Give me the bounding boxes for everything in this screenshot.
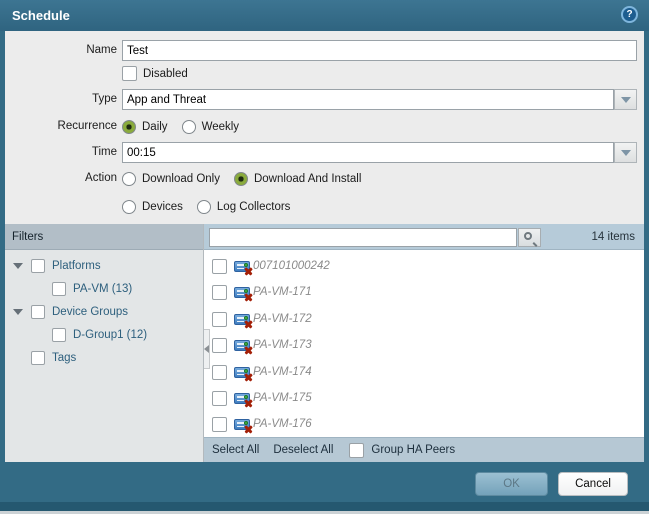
recurrence-label: Recurrence xyxy=(57,120,117,132)
device-name: PA-VM-173 xyxy=(253,339,312,351)
time-dropdown-button[interactable] xyxy=(614,142,637,163)
device-name: 007101000242 xyxy=(253,260,330,272)
firewall-disconnected-icon xyxy=(234,392,250,404)
time-input[interactable] xyxy=(122,142,614,163)
target-devices-label: Devices xyxy=(142,200,183,213)
time-combobox xyxy=(122,142,637,163)
tree-item-platforms[interactable]: Platforms xyxy=(13,255,101,277)
firewall-disconnected-icon xyxy=(234,286,250,298)
tags-checkbox[interactable] xyxy=(31,351,45,365)
cancel-button[interactable]: Cancel xyxy=(558,472,628,496)
device-name: PA-VM-174 xyxy=(253,366,312,378)
firewall-disconnected-icon xyxy=(234,418,250,430)
schedule-dialog: Schedule ? Name Disabled Type Recurrence… xyxy=(0,0,649,514)
name-label: Name xyxy=(86,44,117,56)
deselect-all-button[interactable]: Deselect All xyxy=(273,444,333,456)
recurrence-radio-group: Daily Weekly xyxy=(122,116,239,137)
device-list: 007101000242 PA-VM-171 PA-VM-172 PA-VM-1… xyxy=(204,251,644,436)
recurrence-weekly-radio[interactable] xyxy=(181,119,196,134)
dialog-title: Schedule xyxy=(12,8,70,23)
device-row[interactable]: PA-VM-171 xyxy=(204,279,644,305)
expander-icon[interactable] xyxy=(13,263,23,269)
recurrence-daily-radio[interactable] xyxy=(122,119,136,134)
filters-panel: Filters Platforms PA-VM (13) Device Grou… xyxy=(5,224,203,462)
device-row[interactable]: PA-VM-175 xyxy=(204,385,644,411)
chevron-down-icon xyxy=(620,149,631,156)
help-icon[interactable]: ? xyxy=(621,6,638,23)
platforms-checkbox[interactable] xyxy=(31,259,45,273)
firewall-disconnected-icon xyxy=(234,313,250,325)
search-icon xyxy=(524,232,532,240)
firewall-disconnected-icon xyxy=(234,366,250,378)
type-dropdown-button[interactable] xyxy=(614,89,637,110)
tree-item-pa-vm[interactable]: PA-VM (13) xyxy=(52,278,132,300)
action-download-install-label: Download And Install xyxy=(253,172,362,185)
d-group1-checkbox[interactable] xyxy=(52,328,66,342)
expander-icon[interactable] xyxy=(13,309,23,315)
device-row[interactable]: PA-VM-173 xyxy=(204,332,644,358)
device-name: PA-VM-172 xyxy=(253,313,312,325)
tree-item-label: PA-VM (13) xyxy=(73,283,133,295)
device-checkbox[interactable] xyxy=(212,416,227,432)
target-log-collectors-radio[interactable] xyxy=(196,199,211,214)
device-checkbox[interactable] xyxy=(212,337,227,353)
device-name: PA-VM-171 xyxy=(253,286,312,298)
disabled-checkbox[interactable] xyxy=(122,66,137,81)
tree-item-label: D-Group1 (12) xyxy=(73,329,148,341)
dialog-bottom-border xyxy=(0,502,649,511)
recurrence-weekly-label: Weekly xyxy=(201,120,240,133)
action-label: Action xyxy=(85,172,117,184)
ok-button[interactable]: OK xyxy=(475,472,548,496)
disabled-label: Disabled xyxy=(143,67,188,80)
schedule-form: Name Disabled Type Recurrence Daily Week… xyxy=(5,31,644,224)
pa-vm-checkbox[interactable] xyxy=(52,282,66,296)
firewall-disconnected-icon xyxy=(234,339,250,351)
tree-item-label: Tags xyxy=(52,352,77,364)
list-footer: Select All Deselect All Group HA Peers xyxy=(204,437,644,462)
type-label: Type xyxy=(92,93,117,105)
items-count: 14 items xyxy=(591,231,635,243)
time-label: Time xyxy=(91,146,117,158)
device-row[interactable]: PA-VM-172 xyxy=(204,306,644,332)
device-checkbox[interactable] xyxy=(212,284,227,300)
tree-item-device-groups[interactable]: Device Groups xyxy=(13,301,128,323)
group-ha-peers-checkbox[interactable] xyxy=(349,442,365,458)
target-radio-group: Devices Log Collectors xyxy=(122,196,290,217)
device-row[interactable]: PA-VM-174 xyxy=(204,359,644,385)
chevron-down-icon xyxy=(620,96,631,103)
tree-item-label: Platforms xyxy=(52,260,101,272)
device-name: PA-VM-176 xyxy=(253,418,312,430)
action-download-only-label: Download Only xyxy=(142,172,220,185)
firewall-disconnected-icon xyxy=(234,260,250,272)
search-button[interactable] xyxy=(518,228,541,247)
target-devices-radio[interactable] xyxy=(122,199,136,214)
tree-item-tags[interactable]: Tags xyxy=(31,347,76,369)
device-row[interactable]: 007101000242 xyxy=(204,253,644,279)
tree-item-label: Device Groups xyxy=(52,306,129,318)
search-bar: 14 items xyxy=(204,224,644,250)
action-radio-group: Download Only Download And Install xyxy=(122,168,361,189)
device-name: PA-VM-175 xyxy=(253,392,312,404)
select-all-button[interactable]: Select All xyxy=(212,444,259,456)
name-input[interactable] xyxy=(122,40,637,61)
filters-header: Filters xyxy=(5,224,203,250)
action-download-only-radio[interactable] xyxy=(122,171,136,186)
device-checkbox[interactable] xyxy=(212,364,227,380)
target-log-collectors-label: Log Collectors xyxy=(216,200,291,213)
recurrence-daily-label: Daily xyxy=(142,120,168,133)
tree-item-d-group1[interactable]: D-Group1 (12) xyxy=(52,324,147,346)
device-row[interactable]: PA-VM-176 xyxy=(204,411,644,437)
search-input[interactable] xyxy=(209,228,517,247)
device-groups-checkbox[interactable] xyxy=(31,305,45,319)
title-bar: Schedule ? xyxy=(0,0,649,31)
device-checkbox[interactable] xyxy=(212,311,227,327)
group-ha-peers-label: Group HA Peers xyxy=(371,444,456,456)
type-combobox xyxy=(122,89,637,110)
action-download-install-radio[interactable] xyxy=(233,171,248,186)
device-checkbox[interactable] xyxy=(212,390,227,406)
type-input[interactable] xyxy=(122,89,614,110)
device-checkbox[interactable] xyxy=(212,258,227,274)
device-list-panel: 14 items 007101000242 PA-VM-171 PA-VM-17… xyxy=(203,224,644,462)
